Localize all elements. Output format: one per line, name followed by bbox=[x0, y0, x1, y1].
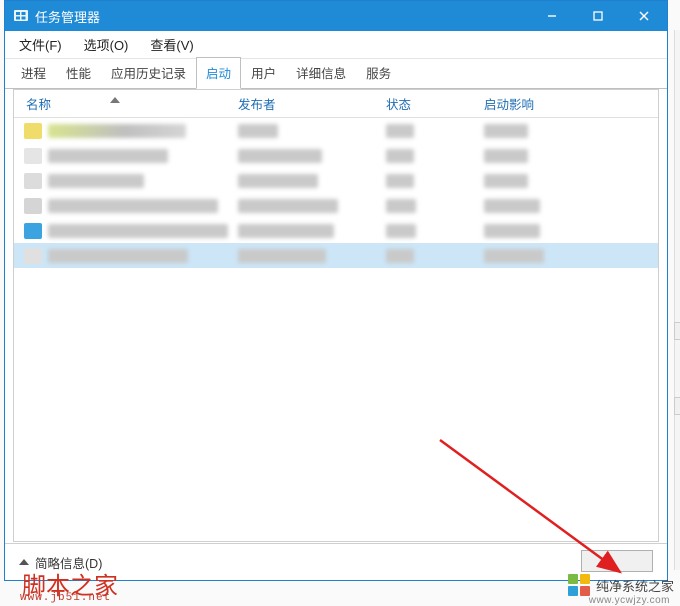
app-icon bbox=[24, 223, 42, 239]
pixelated-content bbox=[386, 124, 414, 138]
tab-5[interactable]: 详细信息 bbox=[286, 57, 356, 89]
pixelated-content bbox=[48, 174, 144, 188]
column-publisher-header[interactable]: 发布者 bbox=[226, 94, 374, 113]
window-title: 任务管理器 bbox=[35, 7, 100, 26]
menu-options[interactable]: 选项(O) bbox=[80, 32, 133, 57]
pixelated-content bbox=[484, 149, 528, 163]
menubar: 文件(F) 选项(O) 查看(V) bbox=[5, 31, 667, 59]
pixelated-content bbox=[238, 149, 322, 163]
table-row[interactable] bbox=[14, 168, 658, 193]
tab-3[interactable]: 启动 bbox=[196, 57, 241, 89]
pixelated-content bbox=[48, 124, 186, 138]
watermark-left-url: www.jb51.net bbox=[20, 592, 111, 604]
background-button-2 bbox=[674, 397, 680, 415]
chevron-up-icon bbox=[19, 559, 29, 565]
window-controls bbox=[529, 1, 667, 31]
column-impact-header[interactable]: 启动影响 bbox=[472, 94, 582, 113]
rows-container bbox=[14, 118, 658, 268]
table-row[interactable] bbox=[14, 143, 658, 168]
menu-file[interactable]: 文件(F) bbox=[15, 32, 66, 57]
column-status-header[interactable]: 状态 bbox=[374, 94, 472, 113]
pixelated-content bbox=[48, 249, 188, 263]
table-row[interactable] bbox=[14, 218, 658, 243]
app-icon bbox=[24, 123, 42, 139]
sort-indicator-icon bbox=[110, 97, 120, 103]
pixelated-content bbox=[484, 124, 528, 138]
pixelated-content bbox=[386, 174, 414, 188]
app-icon bbox=[24, 148, 42, 164]
footer: 简略信息(D) bbox=[5, 543, 667, 580]
pixelated-content bbox=[238, 224, 334, 238]
table-row[interactable] bbox=[14, 193, 658, 218]
pixelated-content bbox=[238, 199, 338, 213]
startup-panel: 名称 发布者 状态 启动影响 bbox=[13, 89, 659, 542]
tab-6[interactable]: 服务 bbox=[356, 57, 401, 89]
task-manager-window: 任务管理器 文件(F) 选项(O) 查看(V) 进程性能应用历史记录启动用户详细… bbox=[4, 0, 668, 581]
table-row[interactable] bbox=[14, 118, 658, 143]
footer-less-details[interactable]: 简略信息(D) bbox=[35, 553, 102, 572]
column-name-header[interactable]: 名称 bbox=[14, 94, 226, 113]
pixelated-content bbox=[484, 199, 540, 213]
close-button[interactable] bbox=[621, 1, 667, 31]
maximize-button[interactable] bbox=[575, 1, 621, 31]
app-icon bbox=[24, 248, 42, 264]
background-panel bbox=[674, 30, 680, 570]
titlebar[interactable]: 任务管理器 bbox=[5, 1, 667, 31]
pixelated-content bbox=[386, 249, 414, 263]
column-headers: 名称 发布者 状态 启动影响 bbox=[14, 90, 658, 118]
tab-0[interactable]: 进程 bbox=[11, 57, 56, 89]
pixelated-content bbox=[238, 249, 326, 263]
pixelated-content bbox=[48, 149, 168, 163]
pixelated-content bbox=[484, 224, 540, 238]
tab-1[interactable]: 性能 bbox=[56, 57, 101, 89]
tab-2[interactable]: 应用历史记录 bbox=[101, 57, 196, 89]
app-icon bbox=[24, 198, 42, 214]
table-row[interactable] bbox=[14, 243, 658, 268]
tab-4[interactable]: 用户 bbox=[241, 57, 286, 89]
pixelated-content bbox=[484, 249, 544, 263]
watermark-right-url: www.ycwjzy.com bbox=[589, 595, 670, 606]
background-button-1 bbox=[674, 322, 680, 340]
pixelated-content bbox=[48, 199, 218, 213]
pixelated-content bbox=[238, 174, 318, 188]
tabbar: 进程性能应用历史记录启动用户详细信息服务 bbox=[5, 59, 667, 89]
app-icon bbox=[13, 8, 29, 24]
pixelated-content bbox=[386, 149, 414, 163]
pixelated-content bbox=[484, 174, 528, 188]
pixelated-content bbox=[238, 124, 278, 138]
menu-view[interactable]: 查看(V) bbox=[146, 32, 197, 57]
pixelated-content bbox=[386, 199, 416, 213]
minimize-button[interactable] bbox=[529, 1, 575, 31]
disable-button[interactable] bbox=[581, 550, 653, 572]
pixelated-content bbox=[48, 224, 228, 238]
app-icon bbox=[24, 173, 42, 189]
pixelated-content bbox=[386, 224, 416, 238]
